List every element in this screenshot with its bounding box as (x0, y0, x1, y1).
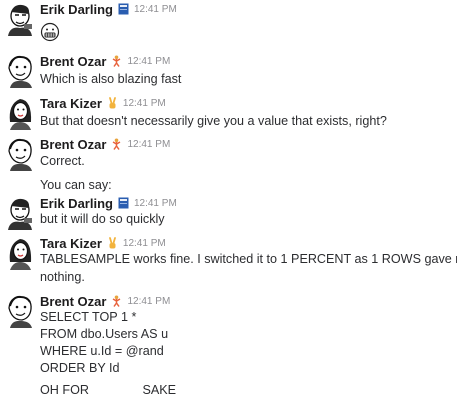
message-text-part: OH FOR (40, 383, 89, 397)
message-text: but it will do so quickly (40, 212, 165, 226)
message-text-part: SAKE (142, 383, 177, 397)
message-text: Correct. (40, 154, 85, 168)
message-text: But that doesn't necessarily give you a … (40, 114, 387, 128)
message-text: WHERE u.Id = @rand (40, 344, 164, 358)
timestamp[interactable]: 12:41 PM (123, 98, 166, 109)
tara-avatar-icon (9, 99, 32, 130)
timestamp[interactable]: 12:41 PM (127, 296, 170, 307)
author-name[interactable]: Erik Darling (40, 196, 113, 211)
blue-book-icon (118, 197, 129, 209)
avatar[interactable] (4, 294, 38, 328)
author-name[interactable]: Brent Ozar (40, 137, 106, 152)
brent-avatar-icon (8, 55, 32, 88)
timestamp[interactable]: 12:41 PM (127, 139, 170, 150)
victory-hand-icon (107, 97, 118, 109)
author-name[interactable]: Tara Kizer (40, 236, 102, 251)
author-name[interactable]: Erik Darling (40, 2, 113, 17)
avatar[interactable] (4, 196, 38, 230)
timestamp[interactable]: 12:41 PM (123, 238, 166, 249)
grimacing-face-icon (40, 22, 60, 42)
message-text: SELECT TOP 1 * (40, 310, 137, 324)
message-text: ORDER BY Id (40, 361, 120, 375)
stretching-person-icon (111, 138, 122, 150)
message-text: FROM dbo.Users AS u (40, 327, 169, 341)
erik-avatar-icon (8, 198, 32, 230)
avatar[interactable] (4, 96, 38, 130)
brent-avatar-icon (8, 295, 32, 328)
message-text: OH FOR SAKE (40, 382, 176, 398)
avatar[interactable] (4, 54, 38, 88)
message-text: nothing. (40, 270, 85, 284)
author-name[interactable]: Brent Ozar (40, 294, 106, 309)
avatar[interactable] (4, 2, 38, 36)
avatar[interactable] (4, 236, 38, 270)
brent-avatar-icon (8, 138, 32, 171)
message-text: Which is also blazing fast (40, 72, 182, 86)
stretching-person-icon (111, 55, 122, 67)
author-name[interactable]: Brent Ozar (40, 54, 106, 69)
author-name[interactable]: Tara Kizer (40, 96, 102, 111)
tara-avatar-icon (9, 239, 32, 270)
blue-book-icon (118, 3, 129, 15)
victory-hand-icon (107, 237, 118, 249)
erik-avatar-icon (8, 4, 32, 36)
timestamp[interactable]: 12:41 PM (127, 56, 170, 67)
avatar[interactable] (4, 137, 38, 171)
stretching-person-icon (111, 295, 122, 307)
message-text: You can say: (40, 178, 112, 192)
timestamp[interactable]: 12:41 PM (134, 4, 177, 15)
timestamp[interactable]: 12:41 PM (134, 198, 177, 209)
message-text: TABLESAMPLE works fine. I switched it to… (40, 252, 457, 266)
